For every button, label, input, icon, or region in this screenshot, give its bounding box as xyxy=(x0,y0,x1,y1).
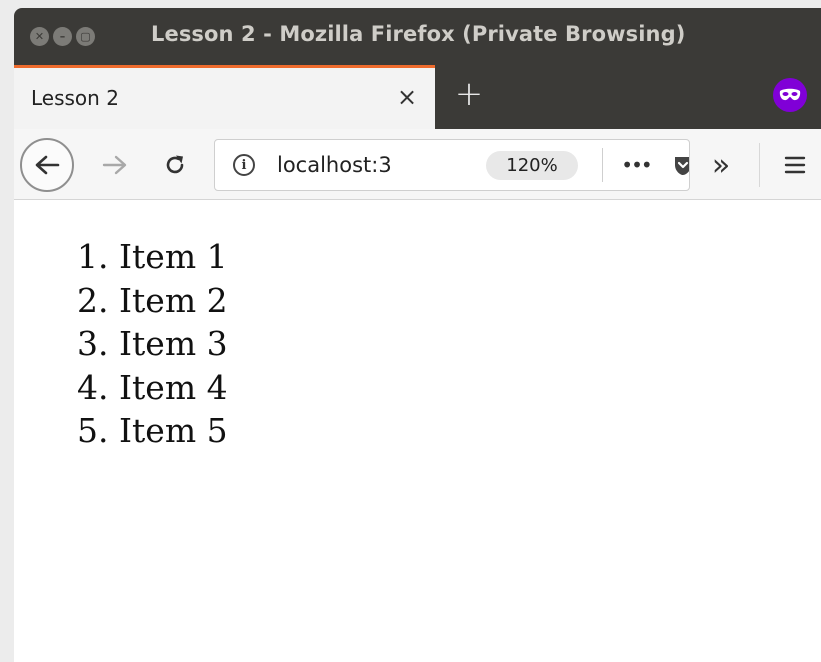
navigation-toolbar: i localhost:3 120% ••• » xyxy=(14,129,821,200)
pocket-icon[interactable] xyxy=(673,155,690,177)
hamburger-menu-icon xyxy=(784,156,806,174)
list-item-number: 2. xyxy=(77,280,109,320)
title-bar: ✕ – ▢ Lesson 2 - Mozilla Firefox (Privat… xyxy=(14,8,821,65)
list-item: 5. Item 5 xyxy=(77,409,228,453)
list-item-number: 3. xyxy=(77,324,109,363)
url-bar-divider xyxy=(602,148,603,182)
list-item: 1. Item 1 xyxy=(77,235,228,279)
tab-close-icon[interactable]: × xyxy=(392,82,422,112)
list-item-number: 4. xyxy=(77,367,109,407)
list-item-number: 5. xyxy=(77,411,109,450)
back-arrow-icon xyxy=(35,155,60,175)
ordered-list: 1. Item 1 2. Item 2 3. Item 3 4. Item 4 … xyxy=(77,235,228,453)
toolbar-overflow-button[interactable]: » xyxy=(702,146,740,184)
forward-arrow-icon xyxy=(102,155,127,175)
back-button[interactable] xyxy=(20,138,74,192)
window-close-icon[interactable]: ✕ xyxy=(30,27,49,46)
window-maximize-icon[interactable]: ▢ xyxy=(76,27,95,46)
browser-window: ✕ – ▢ Lesson 2 - Mozilla Firefox (Privat… xyxy=(14,8,821,662)
tab-label: Lesson 2 xyxy=(31,86,119,110)
list-item-text: Item 3 xyxy=(119,324,228,363)
open-menu-button[interactable] xyxy=(776,146,814,184)
list-item-text: Item 5 xyxy=(119,411,228,450)
zoom-level-badge[interactable]: 120% xyxy=(486,151,578,180)
list-item-text: Item 2 xyxy=(119,280,228,320)
tab-lesson-2[interactable]: Lesson 2 × xyxy=(14,65,435,129)
url-input[interactable]: localhost:3 xyxy=(277,153,437,177)
page-content: 1. Item 1 2. Item 2 3. Item 3 4. Item 4 … xyxy=(14,200,821,662)
toolbar-divider xyxy=(759,143,760,187)
reload-button[interactable] xyxy=(156,146,194,184)
list-item: 3. Item 3 xyxy=(77,322,228,366)
list-item-text: Item 4 xyxy=(119,367,228,407)
site-info-icon[interactable]: i xyxy=(233,154,255,176)
reload-icon xyxy=(166,155,184,174)
forward-button[interactable] xyxy=(96,146,134,184)
list-item-number: 1. xyxy=(77,237,109,276)
window-title: Lesson 2 - Mozilla Firefox (Private Brow… xyxy=(151,22,686,46)
list-item: 4. Item 4 xyxy=(77,366,228,410)
window-minimize-icon[interactable]: – xyxy=(53,27,72,46)
page-actions-button[interactable]: ••• xyxy=(618,152,654,178)
list-item: 2. Item 2 xyxy=(77,279,228,323)
new-tab-button[interactable]: + xyxy=(451,74,487,114)
tab-strip: Lesson 2 × + xyxy=(14,65,821,129)
private-browsing-mask-icon xyxy=(773,78,807,112)
url-bar[interactable]: i localhost:3 120% ••• xyxy=(214,139,690,191)
list-item-text: Item 1 xyxy=(119,237,228,276)
